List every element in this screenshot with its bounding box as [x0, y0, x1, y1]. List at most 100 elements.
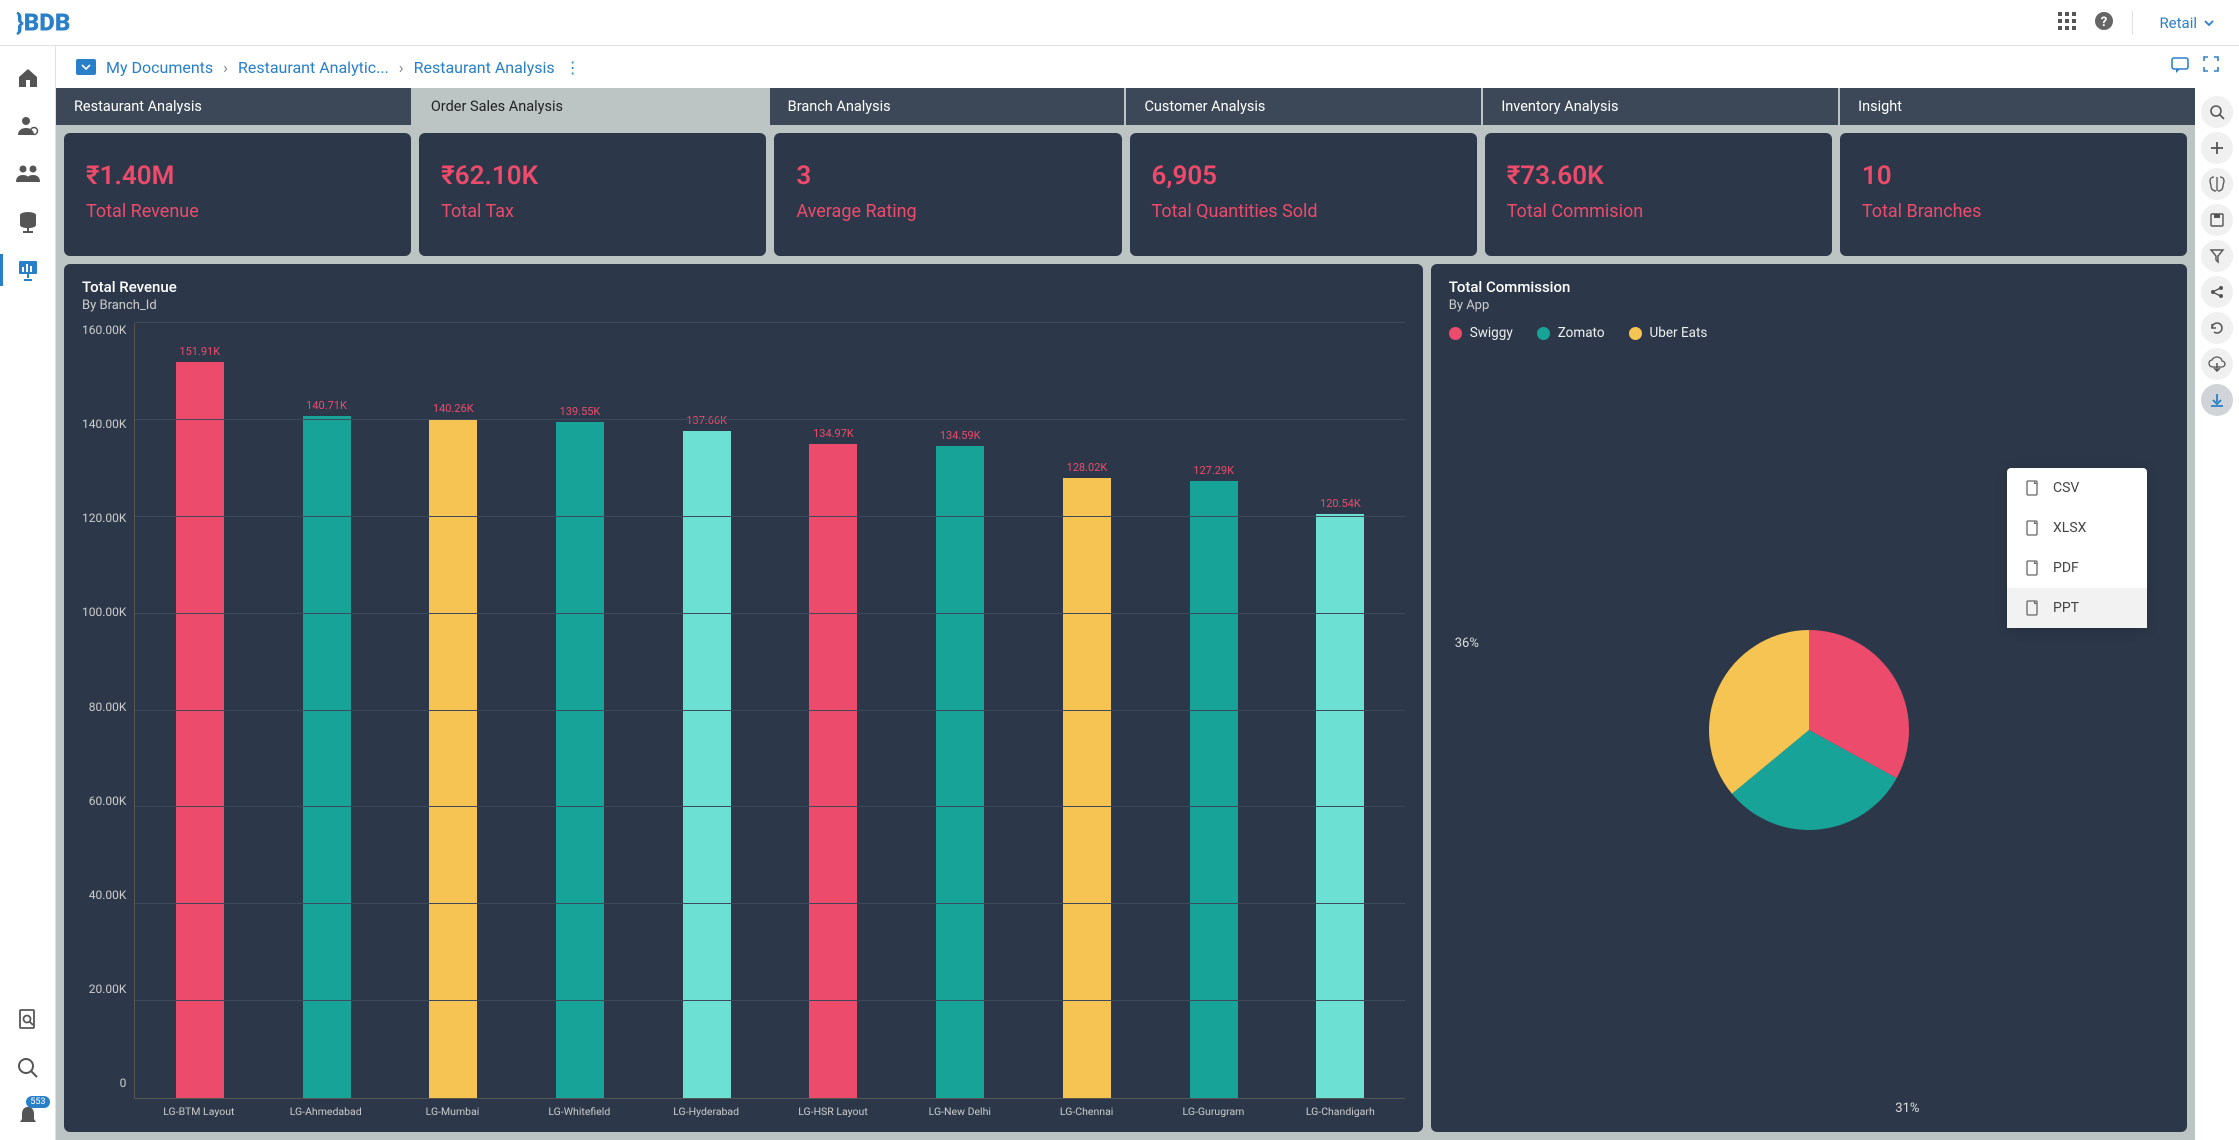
kpi-value: ₹62.10K — [441, 161, 744, 191]
legend-item[interactable]: Zomato — [1537, 325, 1605, 341]
y-axis: 160.00K140.00K120.00K100.00K80.00K60.00K… — [82, 323, 134, 1118]
bar[interactable]: 139.55K — [524, 323, 637, 1098]
rail-refresh[interactable] — [2201, 312, 2233, 344]
rail-add[interactable] — [2201, 132, 2233, 164]
kpi-value: ₹1.40M — [86, 161, 389, 191]
cloud-download-icon — [2208, 356, 2226, 372]
refresh-icon — [2209, 320, 2225, 336]
file-icon — [2025, 600, 2041, 616]
tab-inventory-analysis[interactable]: Inventory Analysis — [1483, 88, 1838, 125]
bar[interactable]: 128.02K — [1031, 323, 1144, 1098]
database-icon — [16, 210, 40, 234]
file-icon — [2025, 520, 2041, 536]
filter-icon — [2209, 248, 2225, 264]
chevron-down-icon — [2203, 17, 2215, 29]
kpi-card: ₹73.60KTotal Commision — [1485, 133, 1832, 256]
download-icon — [2209, 392, 2225, 408]
kpi-value: 3 — [796, 161, 1099, 191]
brand-logo: }BDB — [16, 8, 106, 38]
export-ppt[interactable]: PPT — [2007, 588, 2147, 628]
more-vertical-icon[interactable]: ⋮ — [565, 58, 581, 77]
export-xlsx[interactable]: XLSX — [2007, 508, 2147, 548]
svg-text:}BDB: }BDB — [16, 8, 70, 36]
chart-subtitle: By Branch_Id — [82, 298, 1405, 313]
apps-grid-icon[interactable] — [2058, 12, 2076, 34]
sidebar-dashboard[interactable] — [0, 246, 56, 294]
export-menu: CSV XLSX PDF PPT — [2007, 468, 2147, 628]
bar[interactable]: 120.54K — [1284, 323, 1397, 1098]
rail-share[interactable] — [2201, 276, 2233, 308]
tab-branch-analysis[interactable]: Branch Analysis — [770, 88, 1125, 125]
bar[interactable]: 134.59K — [904, 323, 1017, 1098]
comment-icon[interactable] — [2171, 56, 2189, 78]
pie-slice-label: 31% — [1895, 1101, 1919, 1116]
chart-title: Total Revenue — [82, 278, 1405, 296]
share-icon — [2209, 284, 2225, 300]
sidebar-search[interactable] — [0, 1044, 56, 1092]
right-rail — [2195, 88, 2239, 1140]
breadcrumb-folder[interactable]: Restaurant Analytic... — [238, 58, 389, 77]
tab-order-sales-analysis[interactable]: Order Sales Analysis — [413, 88, 768, 125]
dashboard-tabs: Restaurant Analysis Order Sales Analysis… — [56, 88, 2195, 125]
kpi-label: Total Tax — [441, 201, 744, 222]
legend-item[interactable]: Swiggy — [1449, 325, 1513, 341]
home-icon — [16, 66, 40, 90]
kpi-value: 10 — [1862, 161, 2165, 191]
legend-item[interactable]: Uber Eats — [1629, 325, 1708, 341]
kpi-label: Total Commision — [1507, 201, 1810, 222]
tab-insight[interactable]: Insight — [1840, 88, 2195, 125]
divider — [2132, 11, 2133, 35]
rail-ai[interactable] — [2201, 168, 2233, 200]
notification-badge: 553 — [26, 1096, 49, 1108]
rail-search[interactable] — [2201, 96, 2233, 128]
save-icon — [2209, 212, 2225, 228]
sidebar-users[interactable] — [0, 150, 56, 198]
file-icon — [2025, 560, 2041, 576]
bars-area: 151.91K140.71K140.26K139.55K137.66K134.9… — [134, 323, 1404, 1099]
presentation-icon — [16, 258, 40, 282]
sidebar-user-settings[interactable] — [0, 102, 56, 150]
sidebar-home[interactable] — [0, 54, 56, 102]
help-icon[interactable]: ? — [2094, 11, 2114, 35]
kpi-card: 6,905 Total Quantities Sold — [1130, 133, 1477, 256]
pie-svg — [1694, 615, 1924, 845]
kpi-label: Total Quantities Sold — [1152, 201, 1455, 222]
rail-cloud[interactable] — [2201, 348, 2233, 380]
kpi-row: ₹1.40MTotal Revenue ₹62.10KTotal Tax 3Av… — [56, 125, 2195, 256]
user-gear-icon — [16, 114, 40, 138]
sidebar-data[interactable] — [0, 198, 56, 246]
bar[interactable]: 140.71K — [270, 323, 383, 1098]
rail-filter[interactable] — [2201, 240, 2233, 272]
bar[interactable]: 127.29K — [1157, 323, 1270, 1098]
chevron-right-icon: › — [223, 58, 228, 77]
sidebar-notifications[interactable]: 553 — [0, 1092, 56, 1140]
topbar: }BDB ? Retail — [0, 0, 2239, 46]
search-icon — [16, 1056, 40, 1080]
fullscreen-icon[interactable] — [2203, 56, 2219, 78]
bar[interactable]: 140.26K — [397, 323, 510, 1098]
workspace-dropdown[interactable]: Retail — [2151, 10, 2223, 36]
chart-legend: Swiggy Zomato Uber Eats — [1449, 325, 2169, 341]
tab-restaurant-analysis[interactable]: Restaurant Analysis — [56, 88, 411, 125]
kpi-label: Total Branches — [1862, 201, 2165, 222]
file-icon — [2025, 480, 2041, 496]
export-csv[interactable]: CSV — [2007, 468, 2147, 508]
breadcrumb: My Documents › Restaurant Analytic... › … — [76, 58, 581, 77]
brain-icon — [2208, 175, 2226, 193]
users-icon — [15, 162, 41, 186]
chart-title: Total Commission — [1449, 278, 2169, 296]
folder-icon[interactable] — [76, 59, 96, 75]
kpi-value: 6,905 — [1152, 161, 1455, 191]
rail-download[interactable] — [2201, 384, 2233, 416]
bar[interactable]: 137.66K — [650, 323, 763, 1098]
x-axis: LG-BTM LayoutLG-AhmedabadLG-MumbaiLG-Whi… — [134, 1099, 1404, 1118]
bar[interactable]: 151.91K — [143, 323, 256, 1098]
bar[interactable]: 134.97K — [777, 323, 890, 1098]
rail-save[interactable] — [2201, 204, 2233, 236]
export-pdf[interactable]: PDF — [2007, 548, 2147, 588]
breadcrumb-current[interactable]: Restaurant Analysis — [414, 58, 555, 77]
sidebar-audit[interactable] — [0, 996, 56, 1044]
tab-customer-analysis[interactable]: Customer Analysis — [1126, 88, 1481, 125]
chart-total-commission: Total Commission By App Swiggy Zomato Ub… — [1431, 264, 2187, 1132]
breadcrumb-root[interactable]: My Documents — [106, 58, 213, 77]
